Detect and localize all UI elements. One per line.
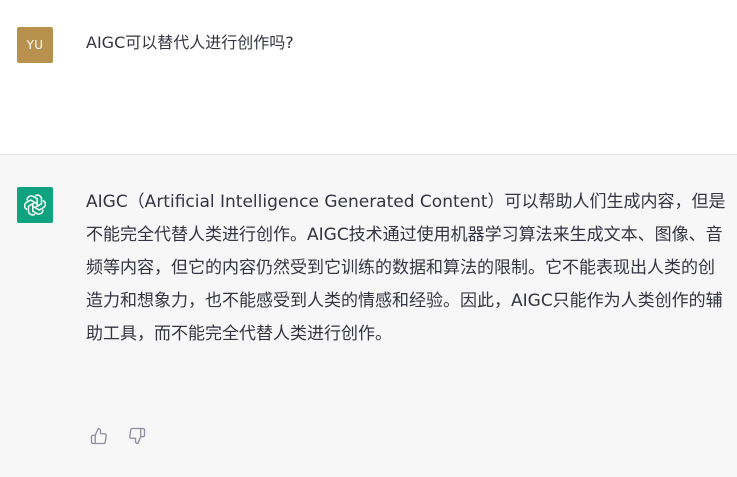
assistant-message: AIGC（Artificial Intelligence Generated C… (0, 155, 737, 477)
thumbs-down-button[interactable] (124, 423, 150, 449)
thumbs-up-button[interactable] (86, 423, 112, 449)
assistant-avatar (17, 187, 53, 223)
assistant-message-text: AIGC（Artificial Intelligence Generated C… (86, 192, 726, 344)
user-message-text: AIGC可以替代人进行创作吗? (86, 33, 294, 52)
thumbs-down-icon (129, 427, 146, 445)
thumbs-up-icon (90, 427, 107, 445)
feedback-buttons (86, 423, 150, 449)
openai-logo-icon (23, 194, 47, 216)
chat-thread: YU AIGC可以替代人进行创作吗? AIGC（Artificial Intel… (0, 0, 737, 477)
user-avatar: YU (17, 27, 53, 63)
user-message: YU AIGC可以替代人进行创作吗? (0, 0, 737, 155)
